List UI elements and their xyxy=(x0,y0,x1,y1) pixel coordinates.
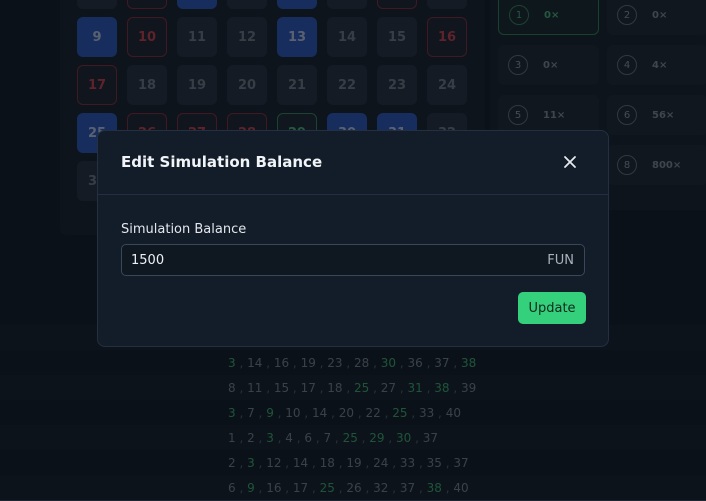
balance-field-label: Simulation Balance xyxy=(121,222,247,237)
modal-header: Edit Simulation Balance xyxy=(98,131,608,195)
currency-suffix: FUN xyxy=(547,253,574,268)
modal-title: Edit Simulation Balance xyxy=(121,153,323,171)
balance-input-wrapper: FUN xyxy=(121,244,585,276)
update-button[interactable]: Update xyxy=(518,292,586,324)
edit-balance-modal: Edit Simulation Balance Simulation Balan… xyxy=(97,130,609,347)
close-icon[interactable] xyxy=(562,154,578,170)
balance-input[interactable] xyxy=(122,245,540,275)
